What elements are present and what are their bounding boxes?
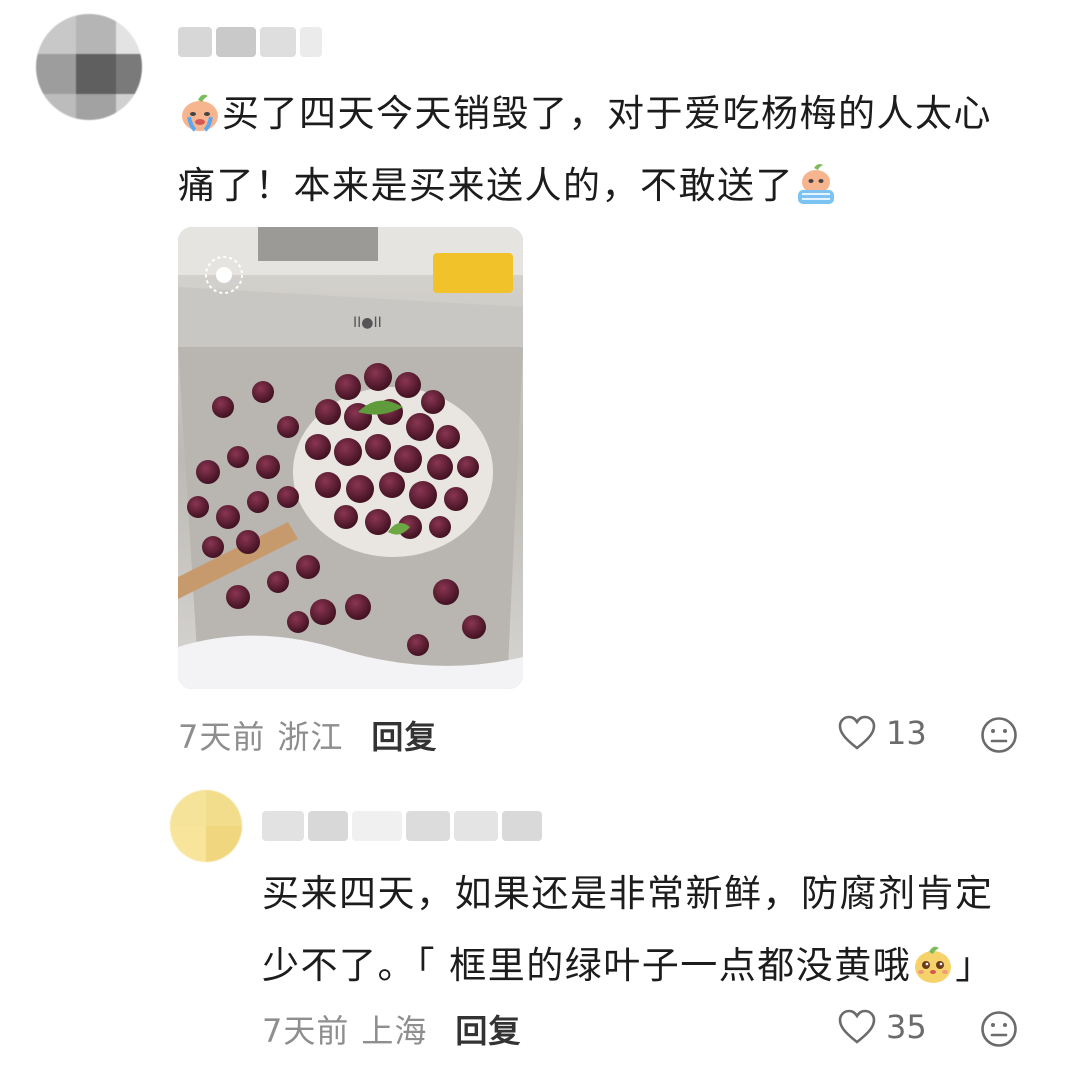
reply-button[interactable]: 回复 <box>455 1006 521 1052</box>
crying-peach-emoji <box>794 158 838 204</box>
cute-puppy-emoji <box>911 938 955 983</box>
comment-text: 买来四天，如果还是非常新鲜，防腐剂肯定 少不了。「 框里的绿叶子一点都没黄哦 」 <box>262 858 1062 1002</box>
comment-time: 7天前 <box>178 718 266 756</box>
like-button[interactable]: 35 <box>838 1008 927 1046</box>
neutral-face-icon[interactable] <box>980 1010 1018 1048</box>
crying-peach-emoji <box>178 86 222 132</box>
neutral-face-icon[interactable] <box>980 716 1018 754</box>
heart-outline-icon <box>838 1009 876 1044</box>
comment-photo[interactable]: II●II <box>178 227 523 689</box>
comment-text: 买了四天今天销毁了，对于爱吃杨梅的人太心 痛了！本来是买来送人的，不敢送了 <box>178 78 1058 222</box>
comment-location: 浙江 <box>277 718 344 756</box>
avatar[interactable] <box>36 14 142 120</box>
username[interactable] <box>262 804 542 848</box>
comment-location: 上海 <box>361 1012 428 1050</box>
reply-button[interactable]: 回复 <box>371 712 437 758</box>
like-button[interactable]: 13 <box>838 714 927 752</box>
comment-text-line1: 买来四天，如果还是非常新鲜，防腐剂肯定 <box>262 872 994 915</box>
heart-outline-icon <box>838 715 876 750</box>
avatar[interactable] <box>170 790 242 862</box>
svg-text:II●II: II●II <box>353 315 382 331</box>
comment-meta: 7天前 上海 回复 <box>262 1006 521 1052</box>
reply-comment-item: 买来四天，如果还是非常新鲜，防腐剂肯定 少不了。「 框里的绿叶子一点都没黄哦 」… <box>0 790 1080 1086</box>
comment-text-line2: 少不了。「 框里的绿叶子一点都没黄哦 <box>262 944 912 987</box>
username[interactable] <box>178 20 322 64</box>
comment-text-line2: 痛了！本来是买来送人的，不敢送了 <box>178 164 794 207</box>
comment-item: 买了四天今天销毁了，对于爱吃杨梅的人太心 痛了！本来是买来送人的，不敢送了 II… <box>0 0 1080 780</box>
like-count: 13 <box>886 714 927 752</box>
comment-time: 7天前 <box>262 1012 350 1050</box>
comment-text-line1: 买了四天今天销毁了，对于爱吃杨梅的人太心 <box>222 92 992 135</box>
comment-text-close: 」 <box>955 944 994 987</box>
comment-meta: 7天前 浙江 回复 <box>178 712 437 758</box>
like-count: 35 <box>886 1008 927 1046</box>
